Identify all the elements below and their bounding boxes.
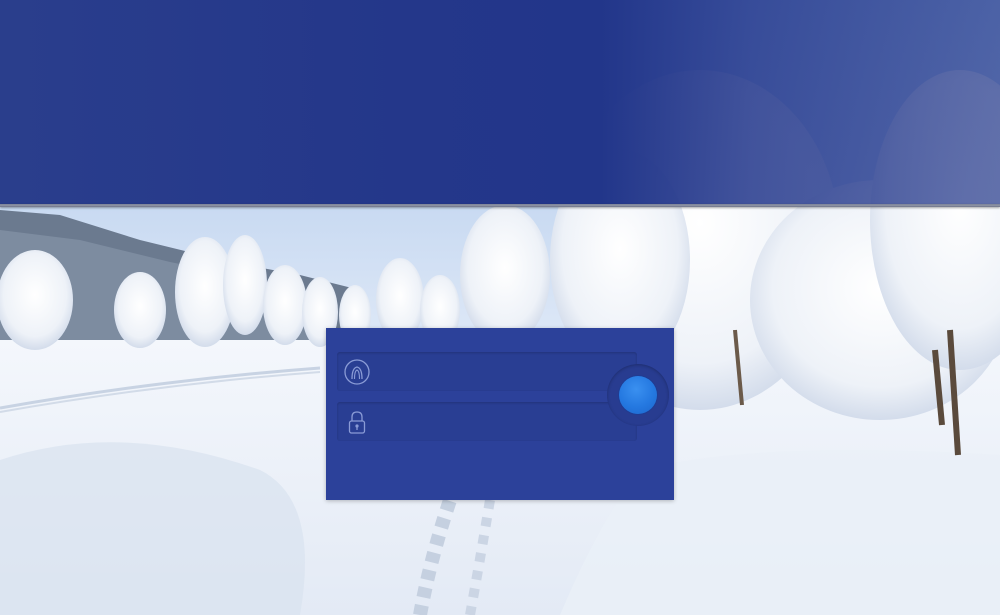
password-input[interactable] (377, 402, 631, 443)
login-panel (326, 328, 674, 500)
submit-button[interactable] (619, 376, 657, 414)
user-icon (344, 359, 370, 385)
password-field (337, 402, 637, 443)
header-divider (0, 204, 1000, 207)
lock-icon (344, 409, 370, 435)
header-band (0, 0, 1000, 204)
username-field (337, 352, 637, 393)
username-input[interactable] (377, 352, 631, 393)
